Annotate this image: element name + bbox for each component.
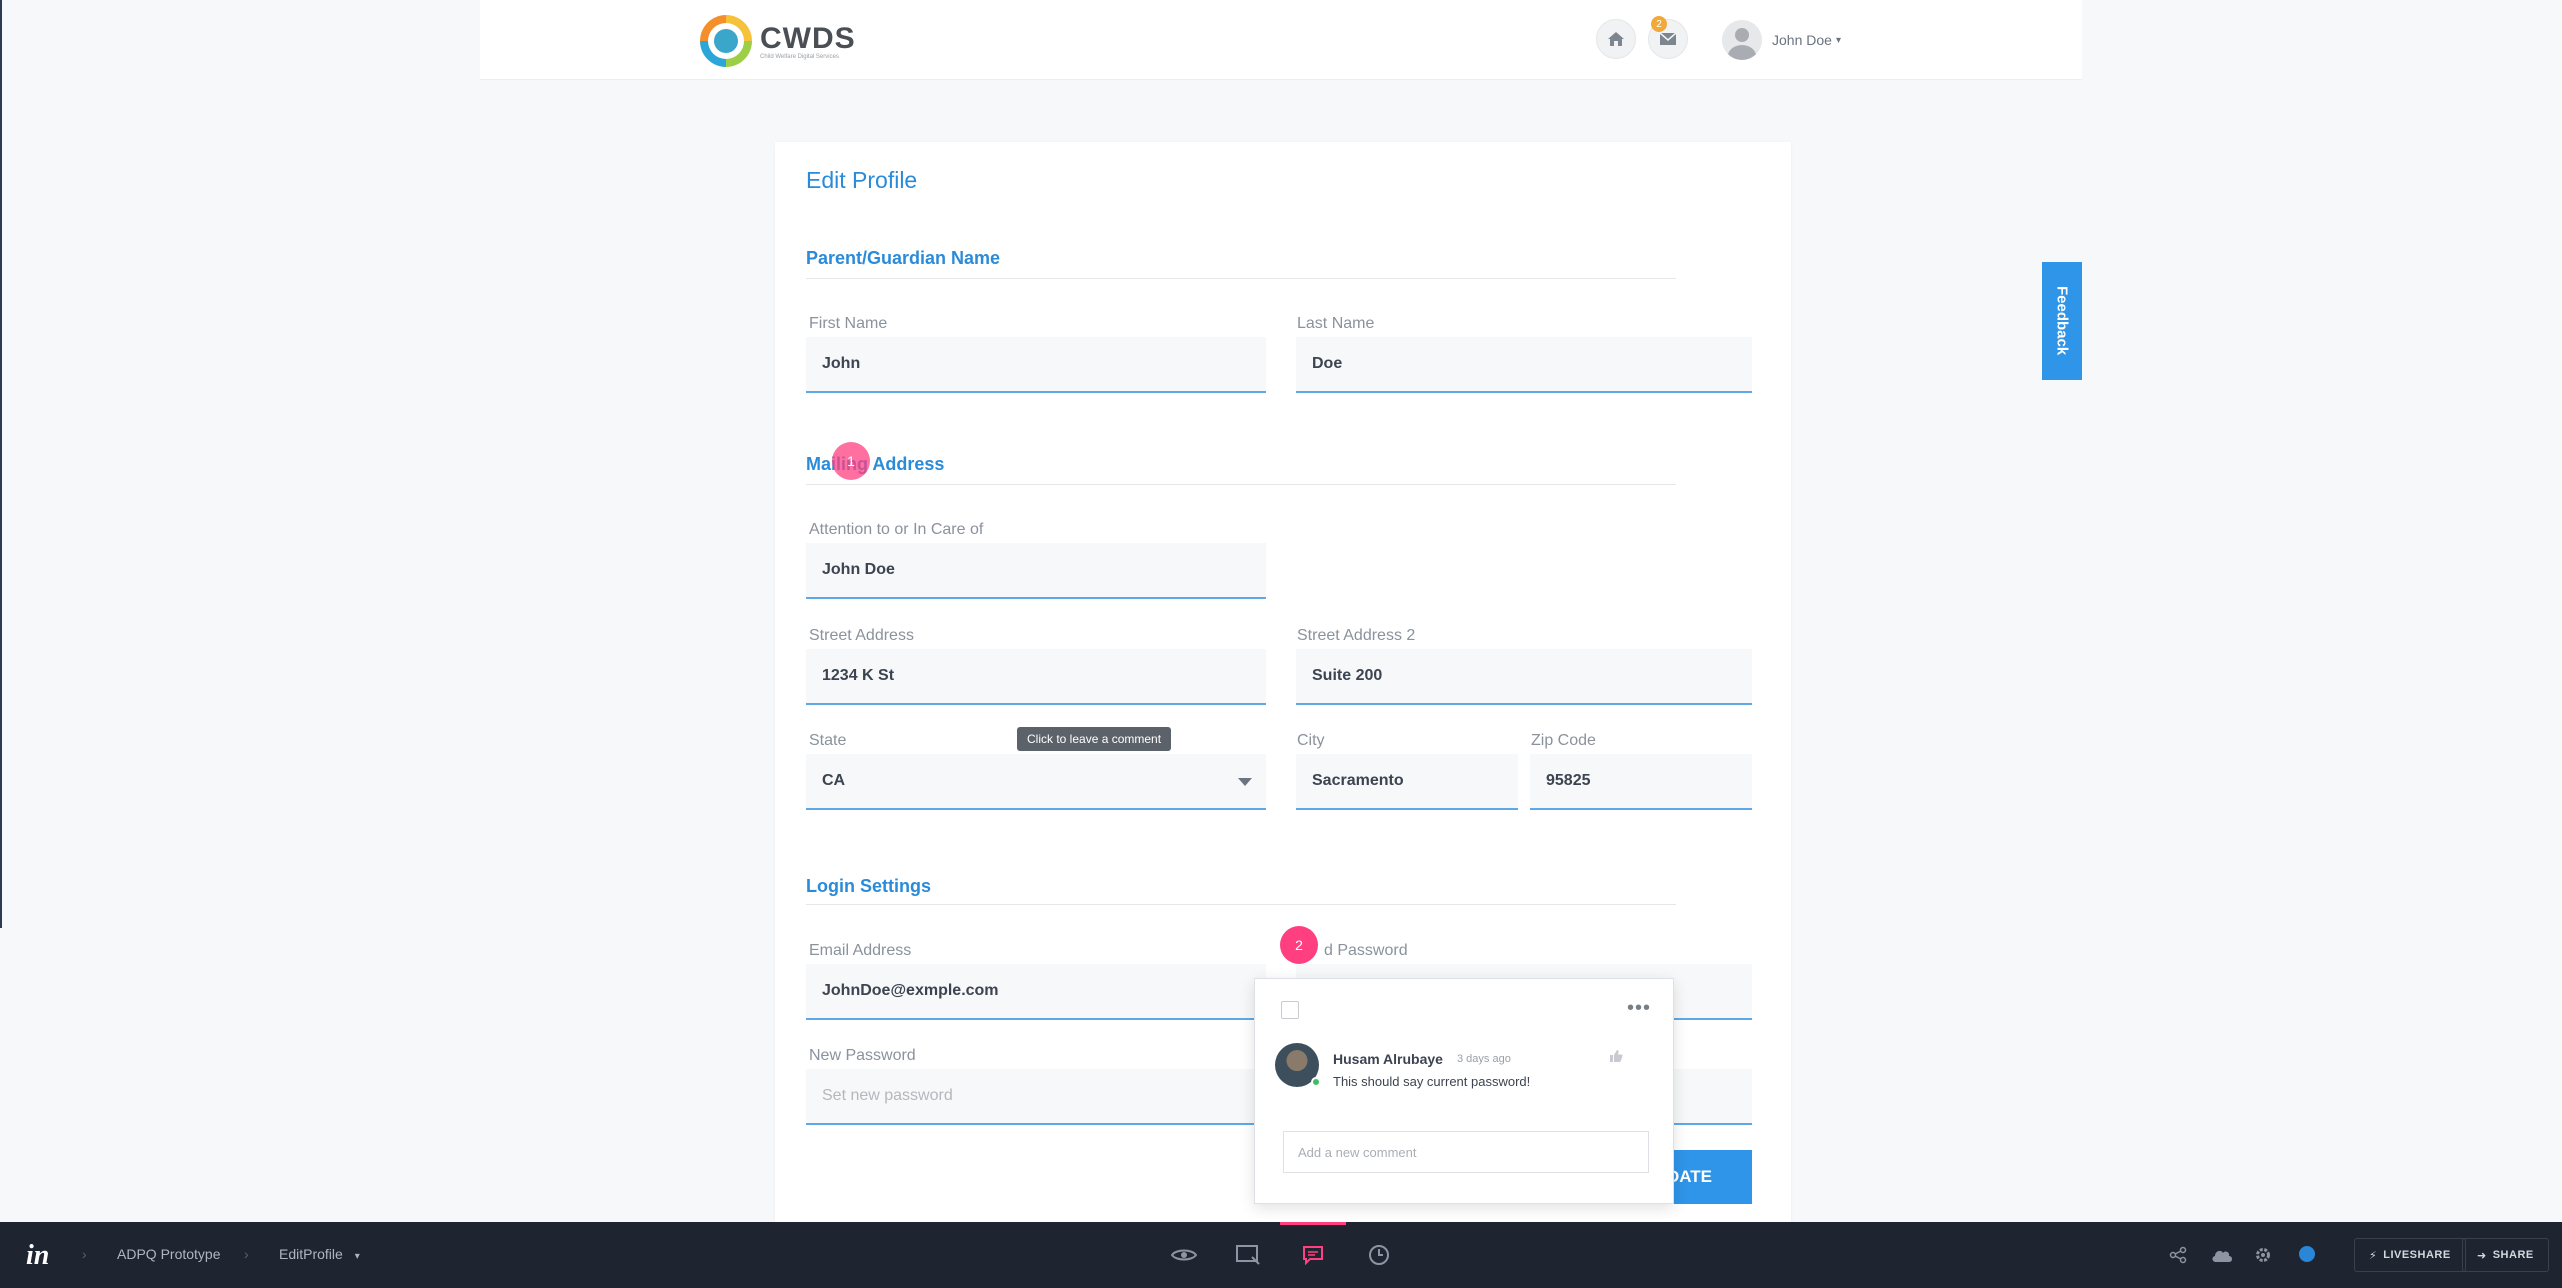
- street2-input[interactable]: Suite 200: [1296, 649, 1752, 705]
- last-name-input[interactable]: Doe: [1296, 337, 1752, 393]
- city-label: City: [1297, 732, 1325, 749]
- more-options-icon[interactable]: •••: [1627, 997, 1651, 1020]
- share-link-button[interactable]: [2165, 1242, 2191, 1268]
- breadcrumb-screen-label: EditProfile: [279, 1246, 343, 1262]
- attention-input[interactable]: John Doe: [806, 543, 1266, 599]
- comment-tooltip: Click to leave a comment: [1017, 727, 1172, 751]
- section-mailing-title: Mailing Address: [806, 454, 945, 474]
- share-nodes-icon: [2169, 1246, 2187, 1264]
- user-status-icon[interactable]: [2299, 1246, 2315, 1262]
- street2-label: Street Address 2: [1297, 627, 1416, 644]
- envelope-icon: [1659, 32, 1677, 45]
- email-label: Email Address: [809, 942, 912, 959]
- first-name-label: First Name: [809, 315, 888, 332]
- comment-text: This should say current password!: [1333, 1074, 1531, 1089]
- cloud-icon: [2212, 1250, 2232, 1262]
- share-button[interactable]: ➜ SHARE: [2462, 1238, 2549, 1272]
- app-header: CWDS Child Welfare Digital Services 2 Jo…: [480, 0, 2082, 80]
- clock-icon: [1369, 1245, 1389, 1265]
- page-title: Edit Profile: [806, 167, 918, 193]
- zip-input[interactable]: 95825: [1530, 754, 1752, 810]
- eye-icon: [1171, 1249, 1197, 1261]
- inspect-mode-button[interactable]: [1230, 1237, 1266, 1273]
- last-name-label: Last Name: [1297, 315, 1375, 332]
- first-name-input[interactable]: John: [806, 337, 1266, 393]
- arrow-right-icon: ➜: [2477, 1249, 2487, 1262]
- new-password-label: New Password: [809, 1047, 916, 1064]
- email-input[interactable]: JohnDoe@exmple.com: [806, 964, 1266, 1020]
- comment-pin-1[interactable]: 1: [832, 442, 870, 480]
- user-menu[interactable]: John Doe ▾: [1722, 20, 1841, 60]
- gear-icon: [2256, 1248, 2270, 1262]
- new-password-input[interactable]: Set new password: [806, 1069, 1266, 1125]
- section-guardian-title: Parent/Guardian Name: [806, 248, 1001, 268]
- chevron-down-icon: ▾: [1835, 34, 1841, 46]
- state-select[interactable]: CA: [806, 754, 1266, 810]
- attention-label: Attention to or In Care of: [809, 521, 984, 538]
- state-value: CA: [822, 772, 846, 789]
- chevron-down-icon: ▾: [354, 1251, 360, 1262]
- breadcrumb-separator: ›: [82, 1246, 87, 1262]
- comment-mode-button[interactable]: [1295, 1237, 1331, 1273]
- street-input[interactable]: 1234 K St: [806, 649, 1266, 705]
- avatar: [1722, 20, 1762, 60]
- lightning-icon: ⚡: [2369, 1249, 2378, 1262]
- history-mode-button[interactable]: [1361, 1237, 1397, 1273]
- city-input[interactable]: Sacramento: [1296, 754, 1518, 810]
- comment-input[interactable]: Add a new comment: [1283, 1131, 1649, 1173]
- logo-icon: [700, 15, 752, 67]
- section-divider: [806, 904, 1676, 905]
- comment-popup: ••• Husam Alrubaye 3 days ago This shoul…: [1254, 978, 1674, 1204]
- comment-pin-2[interactable]: 2: [1280, 926, 1318, 964]
- breadcrumb-separator: ›: [244, 1246, 249, 1262]
- notification-badge: 2: [1651, 16, 1667, 32]
- liveshare-button[interactable]: ⚡ LIVESHARE: [2354, 1238, 2466, 1272]
- invision-toolbar: in › ADPQ Prototype › EditProfile ▾: [0, 1222, 2562, 1288]
- user-name: John Doe: [1772, 32, 1832, 48]
- feedback-button[interactable]: Feedback: [2042, 262, 2082, 380]
- cwds-logo[interactable]: CWDS Child Welfare Digital Services: [700, 15, 856, 67]
- resolve-checkbox[interactable]: [1281, 1001, 1299, 1019]
- state-label: State: [809, 732, 847, 749]
- active-mode-indicator: [1280, 1222, 1346, 1225]
- current-password-label: d Password: [1324, 942, 1408, 959]
- section-divider: [806, 484, 1676, 485]
- preview-mode-button[interactable]: [1166, 1237, 1202, 1273]
- screen-select-icon: [1236, 1245, 1260, 1265]
- home-button[interactable]: [1596, 19, 1636, 59]
- logo-text: CWDS: [760, 22, 856, 55]
- window-edge: [0, 0, 2, 928]
- thumbs-up-icon[interactable]: [1609, 1049, 1623, 1068]
- settings-button[interactable]: [2250, 1242, 2276, 1268]
- breadcrumb-screen[interactable]: EditProfile ▾: [279, 1246, 360, 1262]
- section-login-title: Login Settings: [806, 876, 931, 896]
- liveshare-label: LIVESHARE: [2383, 1249, 2451, 1261]
- invision-logo[interactable]: in: [26, 1240, 49, 1272]
- section-divider: [806, 278, 1676, 279]
- street-label: Street Address: [809, 627, 914, 644]
- home-icon: [1608, 32, 1624, 46]
- comment-time: 3 days ago: [1457, 1053, 1511, 1065]
- comment-author: Husam Alrubaye: [1333, 1051, 1443, 1067]
- breadcrumb-project[interactable]: ADPQ Prototype: [117, 1246, 221, 1262]
- zip-label: Zip Code: [1531, 732, 1596, 749]
- comment-icon: [1303, 1246, 1323, 1265]
- chevron-down-icon: [1238, 778, 1252, 786]
- online-status-icon: [1311, 1077, 1321, 1087]
- share-label: SHARE: [2492, 1249, 2534, 1261]
- sync-button[interactable]: [2209, 1242, 2235, 1268]
